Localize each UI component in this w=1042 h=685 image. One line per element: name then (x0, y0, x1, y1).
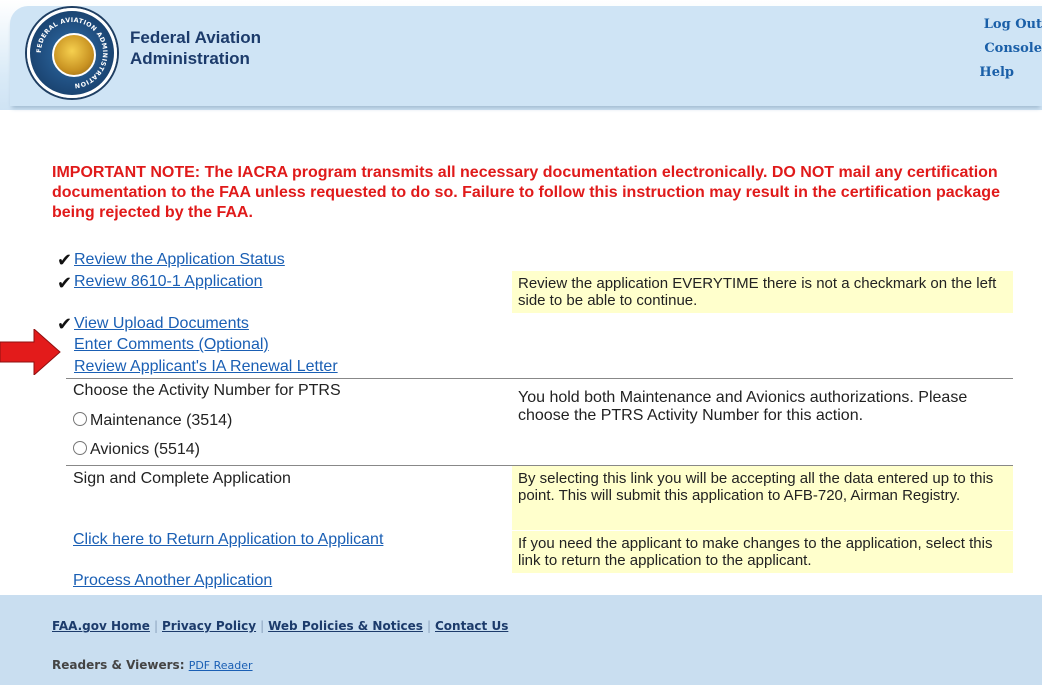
footer-link-web-policies[interactable]: Web Policies & Notices (268, 619, 423, 633)
ptrs-label: Choose the Activity Number for PTRS (73, 382, 341, 399)
help-link[interactable]: Help (962, 65, 1042, 89)
agency-name: Federal Aviation Administration (130, 27, 261, 69)
important-note: IMPORTANT NOTE: The IACRA program transm… (52, 164, 1000, 221)
ptrs-option-avionics[interactable]: Avionics (5514) (73, 441, 200, 458)
radio-button-icon[interactable] (73, 412, 87, 426)
page: FEDERAL AVIATION ADMINISTRATION Federal … (0, 0, 1042, 685)
agency-name-line2: Administration (130, 49, 250, 68)
faa-seal-icon: FEDERAL AVIATION ADMINISTRATION (27, 8, 117, 98)
checkmark-icon: ✔ (57, 273, 73, 294)
ptrs-info: You hold both Maintenance and Avionics a… (518, 389, 968, 424)
header: FEDERAL AVIATION ADMINISTRATION Federal … (0, 0, 1042, 110)
footer: FAA.gov Home | Privacy Policy | Web Policies… (0, 595, 1042, 685)
ptrs-option-maintenance[interactable]: Maintenance (3514) (73, 412, 232, 429)
review-status-link[interactable]: Review the Application Status (74, 251, 285, 269)
ptrs-option-label: Avionics (5514) (90, 441, 200, 458)
footer-separator: | (260, 619, 265, 633)
enter-comments-link[interactable]: Enter Comments (Optional) (74, 336, 269, 354)
top-links: Log Out Console Help (962, 17, 1042, 89)
agency-name-line1: Federal Aviation (130, 28, 261, 47)
footer-separator: | (426, 619, 431, 633)
view-uploads-link[interactable]: View Upload Documents (74, 315, 249, 333)
sign-accept-info: By selecting this link you will be accep… (512, 466, 1013, 530)
return-help-info: If you need the applicant to make change… (512, 531, 1013, 573)
footer-links: FAA.gov Home | Privacy Policy | Web Policies… (52, 619, 508, 633)
footer-separator: | (153, 619, 158, 633)
ptrs-option-label: Maintenance (3514) (90, 412, 233, 429)
red-arrow-icon (0, 329, 61, 375)
divider (66, 378, 1013, 379)
sign-complete-label: Sign and Complete Application (73, 470, 291, 487)
pdf-reader-link[interactable]: PDF Reader (189, 659, 253, 672)
logout-link[interactable]: Log Out (962, 17, 1042, 41)
process-another-link[interactable]: Process Another Application (73, 572, 272, 590)
review-ia-letter-link[interactable]: Review Applicant's IA Renewal Letter (74, 358, 338, 376)
footer-link-privacy[interactable]: Privacy Policy (162, 619, 256, 633)
console-link[interactable]: Console (962, 41, 1042, 65)
review-8610-link[interactable]: Review 8610-1 Application (74, 273, 263, 291)
footer-link-faa-home[interactable]: FAA.gov Home (52, 619, 150, 633)
checkmark-icon: ✔ (57, 250, 73, 271)
footer-link-contact[interactable]: Contact Us (435, 619, 508, 633)
review-everytime-info: Review the application EVERYTIME there i… (512, 271, 1013, 313)
seal-emblem (52, 33, 96, 77)
footer-readers: Readers & Viewers: PDF Reader (52, 658, 253, 672)
radio-button-icon[interactable] (73, 441, 87, 455)
return-application-link[interactable]: Click here to Return Application to Appl… (73, 531, 383, 549)
readers-label: Readers & Viewers: (52, 658, 185, 672)
